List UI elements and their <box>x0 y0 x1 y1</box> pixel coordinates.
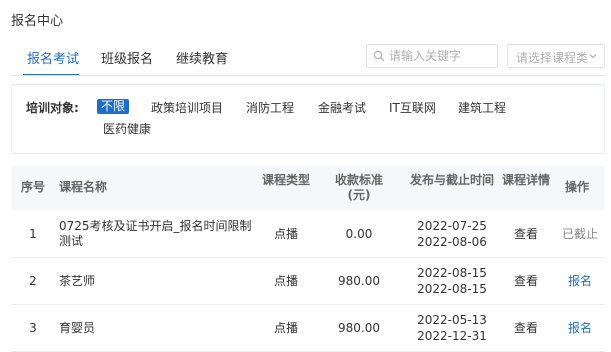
tab-exam-registration[interactable]: 报名考试 <box>27 48 79 67</box>
row-fee: 980.00 <box>338 274 380 288</box>
table-header: 序号 课程名称 课程类型 收款标准(元) 发布与截止时间 课程详情 操作 <box>11 166 605 210</box>
filter-option-it-internet[interactable]: IT互联网 <box>389 99 436 116</box>
header-detail: 课程详情 <box>501 173 550 187</box>
header-dates: 发布与截止时间 <box>409 173 494 187</box>
register-button[interactable]: 报名 <box>555 274 605 289</box>
header-index: 序号 <box>20 180 45 194</box>
filter-option-finance-exam[interactable]: 金融考试 <box>318 99 366 116</box>
search-icon <box>373 50 385 62</box>
header-action: 操作 <box>564 180 589 194</box>
page-title: 报名中心 <box>11 14 64 29</box>
row-publish-date: 2022-05-13 <box>417 313 487 327</box>
filter-label: 培训对象: <box>26 101 79 115</box>
chevron-down-icon <box>589 54 597 59</box>
filter-option-policy-training[interactable]: 政策培训项目 <box>151 99 223 116</box>
row-course-name: 育婴员 <box>59 321 96 335</box>
action-closed-label: 已截止 <box>561 227 598 241</box>
row-course-type: 点播 <box>273 274 298 288</box>
header-fee: 收款标准(元) <box>334 173 383 202</box>
row-index: 1 <box>29 227 37 241</box>
tab-continuing-education[interactable]: 继续教育 <box>176 48 228 67</box>
search-box[interactable] <box>366 44 498 68</box>
view-detail-link[interactable]: 查看 <box>501 321 551 336</box>
view-detail-link[interactable]: 查看 <box>501 227 551 242</box>
filter-option-fire-engineering[interactable]: 消防工程 <box>246 99 294 116</box>
header-course-name: 课程名称 <box>59 180 108 194</box>
row-index: 3 <box>29 321 37 335</box>
row-index: 2 <box>29 274 37 288</box>
table-row: 1 0725考核及证书开启_报名时间限制测试 点播 0.00 2022-07-2… <box>11 211 605 258</box>
training-target-filter: 培训对象: 不限 政策培训项目 消防工程 金融考试 IT互联网 建筑工程 医药健… <box>11 84 605 154</box>
row-fee: 980.00 <box>338 321 380 335</box>
row-deadline-date: 2022-08-15 <box>417 282 487 296</box>
filter-option-medicine-health[interactable]: 医药健康 <box>103 120 151 137</box>
tab-class-registration[interactable]: 班级报名 <box>101 48 153 67</box>
row-course-name: 茶艺师 <box>59 274 96 288</box>
table-row: 3 育婴员 点播 980.00 2022-05-13 2022-12-31 查看… <box>11 305 605 352</box>
row-fee: 0.00 <box>345 227 373 241</box>
row-course-type: 点播 <box>273 227 298 241</box>
row-course-type: 点播 <box>273 321 298 335</box>
row-publish-date: 2022-07-25 <box>417 219 487 233</box>
header-course-type: 课程类型 <box>261 173 310 187</box>
row-publish-date: 2022-08-15 <box>417 266 487 280</box>
course-type-select[interactable]: 请选择课程类 <box>507 44 605 68</box>
row-deadline-date: 2022-12-31 <box>417 329 487 343</box>
search-input[interactable] <box>389 47 493 65</box>
course-type-placeholder: 请选择课程类 <box>516 51 589 65</box>
register-button[interactable]: 报名 <box>555 321 605 336</box>
table-row: 2 茶艺师 点播 980.00 2022-08-15 2022-08-15 查看… <box>11 258 605 305</box>
tabs-divider <box>11 75 605 76</box>
row-deadline-date: 2022-08-06 <box>417 235 487 249</box>
row-course-name: 0725考核及证书开启_报名时间限制测试 <box>59 219 252 248</box>
filter-option-unlimited[interactable]: 不限 <box>97 99 130 114</box>
view-detail-link[interactable]: 查看 <box>501 274 551 289</box>
filter-option-construction[interactable]: 建筑工程 <box>458 99 506 116</box>
